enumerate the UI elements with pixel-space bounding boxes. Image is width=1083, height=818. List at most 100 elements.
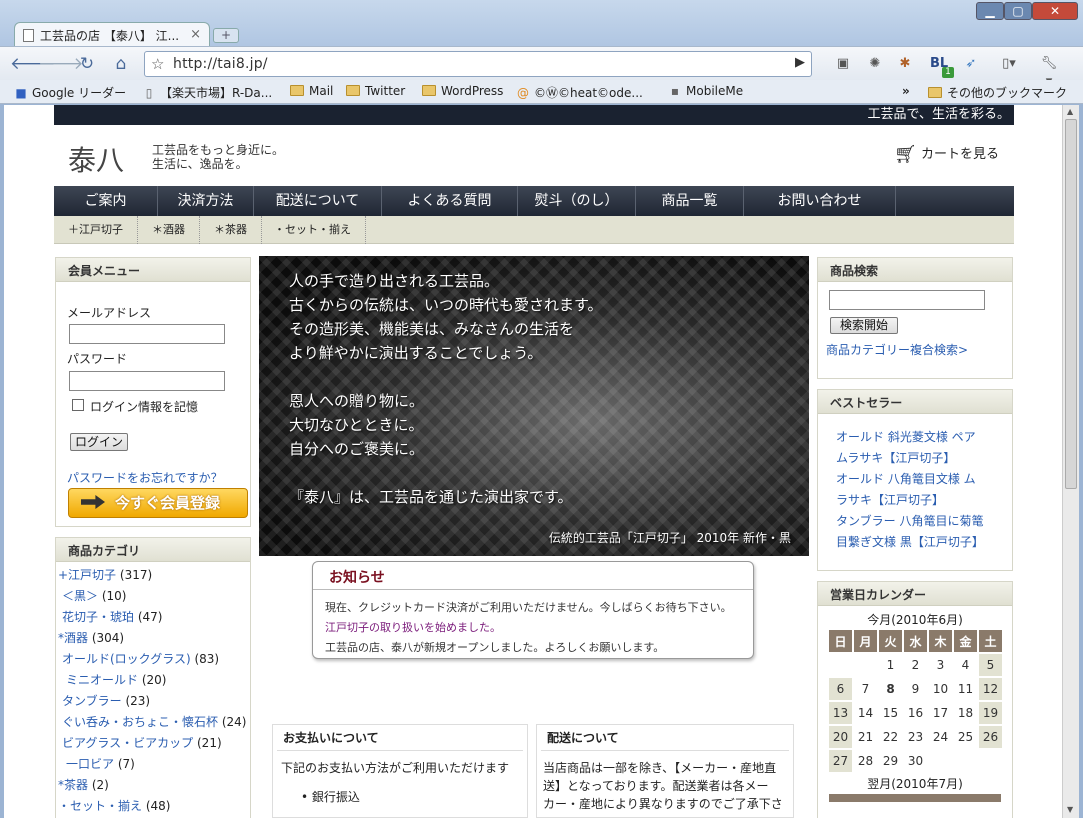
scroll-thumb[interactable] xyxy=(1065,119,1077,489)
calendar-day: 28 xyxy=(854,750,877,772)
calendar-day: 13 xyxy=(829,702,852,724)
notice-item: 現在、クレジットカード決済がご利用いただけません。今しばらくお待ち下さい。 xyxy=(325,601,732,614)
bird-extension-icon[interactable]: ➶ xyxy=(962,55,980,73)
bestseller-list[interactable]: オールド 斜光菱文様 ペア ムラサキ【江戸切子】 オールド 八角篭目文様 ム ラ… xyxy=(818,414,1012,553)
bestseller-item: オールド 八角篭目文様 ム xyxy=(836,472,976,486)
payment-title: お支払いについて xyxy=(277,725,523,751)
member-menu-title: 会員メニュー xyxy=(56,258,250,282)
calendar-day: 21 xyxy=(854,726,877,748)
email-field[interactable] xyxy=(69,324,225,344)
category-item[interactable]: *茶器 (2) xyxy=(58,776,109,793)
weekday-header: 水 xyxy=(904,630,927,652)
bookmark-folder-twitter[interactable]: Twitter xyxy=(346,84,405,98)
bookmarks-overflow-icon[interactable]: » xyxy=(902,84,910,98)
search-button[interactable]: 検索開始 xyxy=(830,317,898,334)
subnav-tea-ware[interactable]: ＊茶器 xyxy=(200,216,262,244)
browser-tab[interactable]: 工芸品の店 【泰八】 江... × xyxy=(14,22,210,47)
bookmark-rakuten[interactable]: ▯ 【楽天市場】R-Da... xyxy=(142,84,273,101)
banner-line: 大切なひとときに。 xyxy=(289,416,424,434)
category-item[interactable]: *酒器 (304) xyxy=(58,629,124,646)
website: 工芸品で、生活を彩る。 泰八 工芸品をもっと身近に。 生活に、逸品を。 🛒︎ カー… xyxy=(54,105,1014,818)
category-item[interactable]: ＜黒＞ (10) xyxy=(62,587,126,604)
login-button[interactable]: ログイン xyxy=(70,433,128,451)
advanced-search-link[interactable]: 商品カテゴリー複合検索> xyxy=(826,341,968,358)
calendar-day: 25 xyxy=(954,726,977,748)
bookmark-google-reader[interactable]: ■ Google リーダー xyxy=(14,84,126,101)
search-input[interactable] xyxy=(829,290,985,310)
tab-close-icon[interactable]: × xyxy=(190,27,201,42)
calendar-day: 17 xyxy=(929,702,952,724)
category-item[interactable]: ビアグラス・ビアカップ (21) xyxy=(62,734,222,751)
category-item[interactable]: 一口ビア (7) xyxy=(66,755,135,772)
forward-button[interactable]: 🡒 xyxy=(38,51,84,77)
forgot-password-link[interactable]: パスワードをお忘れですか？ xyxy=(67,469,223,486)
calendar-month: 今月(2010年6月) xyxy=(867,613,963,627)
calendar-day: 9 xyxy=(904,678,927,700)
page-menu-icon[interactable]: ▯▾ xyxy=(1000,55,1018,73)
go-icon[interactable]: ▶ xyxy=(795,55,805,70)
password-field[interactable] xyxy=(69,371,225,391)
banner-caption: 伝統的工芸品「江戸切子」 2010年 新作・黒 xyxy=(548,531,791,545)
nav-contact[interactable]: お問い合わせ xyxy=(744,186,896,216)
screen-extension-icon[interactable]: ▣ xyxy=(834,55,852,73)
nav-products[interactable]: 商品一覧 xyxy=(636,186,744,216)
category-item[interactable]: タンブラー (23) xyxy=(62,692,150,709)
reload-button[interactable]: ↻ xyxy=(74,51,100,77)
notice-item-link[interactable]: 江戸切子の取り扱いを始めました。 xyxy=(325,619,501,635)
subnav-sake-ware[interactable]: ＊酒器 xyxy=(138,216,200,244)
calendar-day: 18 xyxy=(954,702,977,724)
banner-line: その造形美、機能美は、みなさんの生活を xyxy=(289,320,575,338)
category-item[interactable]: ぐい呑み・おちょこ・懐石杯 (24) xyxy=(62,713,246,730)
remember-checkbox[interactable] xyxy=(72,399,84,411)
nav-payment[interactable]: 決済方法 xyxy=(158,186,254,216)
gear-extension-icon[interactable]: ✺ xyxy=(866,55,884,73)
bookmark-star-icon[interactable]: ☆ xyxy=(151,55,164,73)
calendar-day: 29 xyxy=(879,750,902,772)
site-logo[interactable]: 泰八 xyxy=(68,139,124,179)
home-button[interactable]: ⌂ xyxy=(108,51,134,77)
password-label: パスワード xyxy=(67,352,128,366)
register-button[interactable]: 今すぐ会員登録 xyxy=(68,488,248,518)
category-item[interactable]: ・セット・揃え (48) xyxy=(58,797,170,814)
calendar-day: 15 xyxy=(879,702,902,724)
calendar-day: 1 xyxy=(879,654,902,676)
nav-faq[interactable]: よくある質問 xyxy=(382,186,518,216)
search-box: 商品検索 検索開始 商品カテゴリー複合検索> xyxy=(817,257,1013,379)
bookmark-cheatcode[interactable]: @ ©Ⓦ©heat©ode... xyxy=(516,84,643,101)
nav-noshi[interactable]: 熨斗（のし） xyxy=(518,186,636,216)
vertical-scrollbar[interactable]: ▲ ▼ xyxy=(1062,105,1079,818)
nav-shipping[interactable]: 配送について xyxy=(254,186,382,216)
calendar-day xyxy=(829,654,852,676)
category-item[interactable]: ミニオールド (20) xyxy=(66,671,166,688)
other-bookmarks[interactable]: その他のブックマーク xyxy=(928,84,1067,101)
minimize-button[interactable]: ▁ xyxy=(976,2,1004,20)
calendar-day: 14 xyxy=(854,702,877,724)
subnav-sets[interactable]: ・セット・揃え xyxy=(260,216,366,244)
maximize-button[interactable]: ▢ xyxy=(1004,2,1032,20)
weekday-header: 日 xyxy=(829,630,852,652)
back-button[interactable]: 🡐 xyxy=(10,51,56,77)
nav-guide[interactable]: ご案内 xyxy=(54,186,158,216)
calendar-day: 27 xyxy=(829,750,852,772)
address-bar[interactable]: ☆ http://tai8.jp/ ▶ xyxy=(144,51,812,77)
folder-icon xyxy=(928,87,942,98)
hero-banner[interactable]: 人の手で造り出される工芸品。 古くからの伝統は、いつの時代も愛されます。 その造… xyxy=(259,256,809,556)
browser-toolbar: 🡐 🡒 ↻ ⌂ ☆ http://tai8.jp/ ▶ ▣ ✺ ✱ BL 1 ➶… xyxy=(0,46,1083,89)
bookmark-folder-mail[interactable]: Mail xyxy=(290,84,333,98)
calendar-day: 26 xyxy=(979,726,1002,748)
calendar-next-month: 翌月(2010年7月) xyxy=(867,777,963,791)
category-item[interactable]: オールド(ロックグラス) (83) xyxy=(62,650,219,667)
close-window-button[interactable]: ✕ xyxy=(1032,2,1078,20)
main-navigation: ご案内 決済方法 配送について よくある質問 熨斗（のし） 商品一覧 お問い合わ… xyxy=(54,186,1014,216)
bookmark-mobileme[interactable]: ▪ MobileMe xyxy=(668,84,743,98)
wrench-menu-icon[interactable]: 🔧︎▾ xyxy=(1040,55,1058,89)
new-tab-button[interactable]: + xyxy=(213,28,239,43)
category-item[interactable]: +江戸切子 (317) xyxy=(58,566,152,583)
bug-extension-icon[interactable]: ✱ xyxy=(896,55,914,73)
category-item[interactable]: 花切子・琥珀 (47) xyxy=(62,608,162,625)
category-box: 商品カテゴリ +江戸切子 (317) ＜黒＞ (10) 花切子・琥珀 (47) *酒器… xyxy=(55,537,251,818)
shipping-title: 配送について xyxy=(541,725,789,751)
cart-link[interactable]: 🛒︎ カートを見る xyxy=(894,143,999,165)
subnav-edo-kiriko[interactable]: ＋江戸切子 xyxy=(54,216,138,244)
bookmark-folder-wordpress[interactable]: WordPress xyxy=(422,84,503,98)
